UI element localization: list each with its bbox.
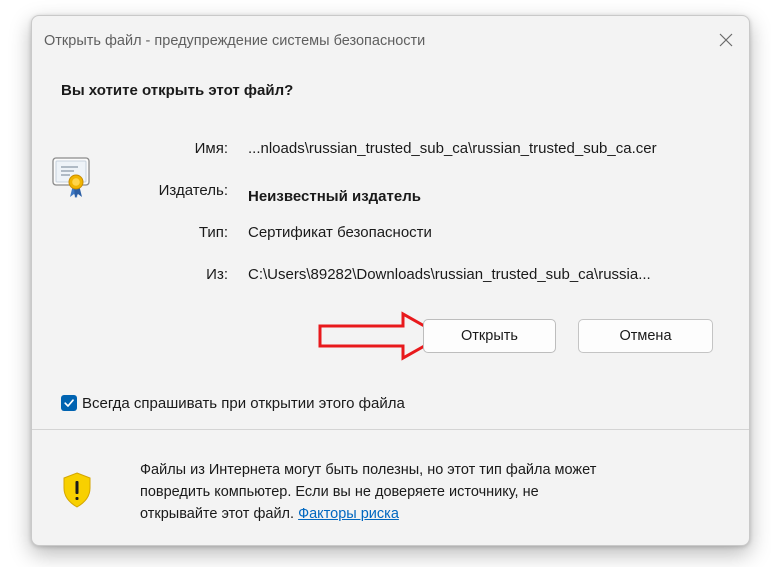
from-label: Из: (206, 266, 228, 283)
always-ask-checkbox[interactable] (61, 395, 77, 411)
title-bar: Открыть файл - предупреждение системы бе… (32, 16, 749, 68)
name-row: Имя: ...nloads\russian_trusted_sub_ca\ru… (32, 140, 749, 160)
security-warning-dialog: Открыть файл - предупреждение системы бе… (31, 15, 750, 546)
publisher-value: Неизвестный издатель (248, 188, 421, 205)
checkmark-icon (64, 399, 74, 407)
warning-text: Файлы из Интернета могут быть полезны, н… (140, 459, 730, 525)
type-row: Тип: Сертификат безопасности (32, 224, 749, 244)
from-value: C:\Users\89282\Downloads\russian_trusted… (248, 266, 651, 283)
question-heading: Вы хотите открыть этот файл? (61, 82, 294, 99)
publisher-value-row: Неизвестный издатель (32, 188, 749, 208)
from-row: Из: C:\Users\89282\Downloads\russian_tru… (32, 266, 749, 286)
close-button[interactable] (703, 16, 749, 64)
warning-line-3-container: открывайте этот файл. Факторы риска (140, 503, 730, 525)
close-icon (719, 33, 733, 47)
type-value: Сертификат безопасности (248, 224, 432, 241)
shield-warning-icon (62, 472, 92, 513)
window-title: Открыть файл - предупреждение системы бе… (44, 33, 426, 49)
open-button[interactable]: Открыть (423, 319, 556, 353)
name-label: Имя: (194, 140, 228, 157)
cancel-button[interactable]: Отмена (578, 319, 713, 353)
warning-line-2: повредить компьютер. Если вы не доверяет… (140, 484, 539, 500)
risk-factors-link[interactable]: Факторы риска (298, 506, 399, 522)
always-ask-label: Всегда спрашивать при открытии этого фай… (82, 394, 405, 412)
always-ask-option[interactable]: Всегда спрашивать при открытии этого фай… (61, 393, 405, 413)
warning-line-1: Файлы из Интернета могут быть полезны, н… (140, 462, 597, 478)
warning-line-3: открывайте этот файл. (140, 506, 295, 522)
type-label: Тип: (198, 224, 228, 241)
name-value: ...nloads\russian_trusted_sub_ca\russian… (248, 140, 657, 157)
divider (32, 429, 749, 430)
